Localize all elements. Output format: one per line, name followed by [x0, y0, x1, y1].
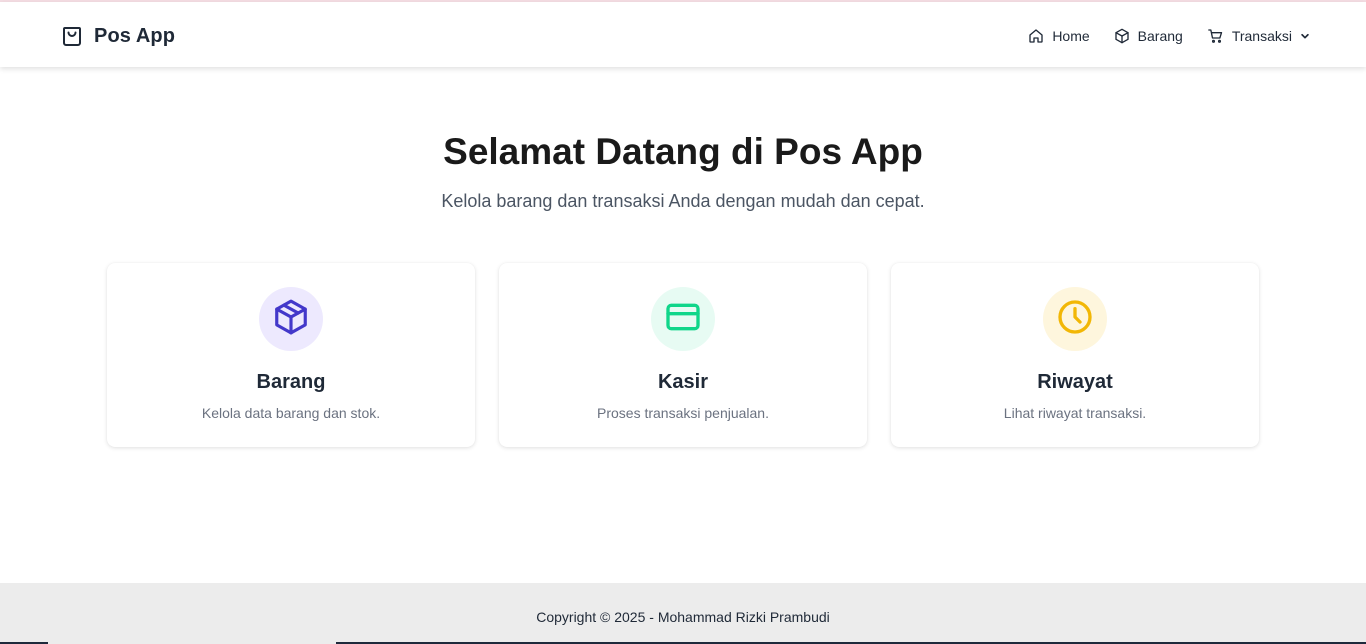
card-icon-circle [651, 287, 715, 351]
box-icon [1114, 28, 1130, 44]
nav-item-barang[interactable]: Barang [1114, 28, 1183, 44]
card-title: Barang [256, 371, 326, 393]
brand-name: Pos App [94, 24, 176, 47]
card-icon-circle [1043, 287, 1107, 351]
clock-icon [1055, 297, 1095, 342]
chevron-down-icon [1300, 31, 1310, 41]
nav-item-label: Barang [1137, 28, 1183, 44]
main-content: Selamat Datang di Pos App Kelola barang … [0, 67, 1366, 583]
cart-icon [1207, 28, 1224, 44]
home-icon [1028, 28, 1044, 44]
brand-link[interactable]: Pos App [60, 23, 175, 49]
card-description: Lihat riwayat transaksi. [1003, 405, 1147, 421]
card-title: Riwayat [1037, 371, 1113, 393]
card-description: Proses transaksi penjualan. [597, 405, 769, 421]
credit-card-icon [663, 297, 703, 342]
copyright-text: Copyright © 2025 - Mohammad Rizki Prambu… [536, 609, 830, 625]
card-icon-circle [259, 287, 323, 351]
page-title: Selamat Datang di Pos App [443, 131, 923, 172]
box-icon [272, 298, 310, 341]
footer: Copyright © 2025 - Mohammad Rizki Prambu… [0, 583, 1366, 644]
navbar: Pos App Home Barang Transaksi [0, 2, 1366, 67]
nav-item-home[interactable]: Home [1028, 28, 1090, 44]
shopping-bag-icon [60, 24, 84, 48]
nav-item-transaksi-dropdown[interactable]: Transaksi [1207, 28, 1310, 44]
nav-item-label: Transaksi [1231, 28, 1292, 44]
nav-item-label: Home [1052, 28, 1090, 44]
page-subtitle: Kelola barang dan transaksi Anda dengan … [441, 191, 925, 211]
feature-cards: Barang Kelola data barang dan stok. Kasi… [107, 263, 1259, 447]
card-description: Kelola data barang dan stok. [201, 405, 381, 421]
main-nav: Home Barang Transaksi [1028, 25, 1310, 47]
card-riwayat[interactable]: Riwayat Lihat riwayat transaksi. [891, 263, 1259, 447]
card-title: Kasir [657, 371, 709, 393]
card-kasir[interactable]: Kasir Proses transaksi penjualan. [499, 263, 867, 447]
card-barang[interactable]: Barang Kelola data barang dan stok. [107, 263, 475, 447]
